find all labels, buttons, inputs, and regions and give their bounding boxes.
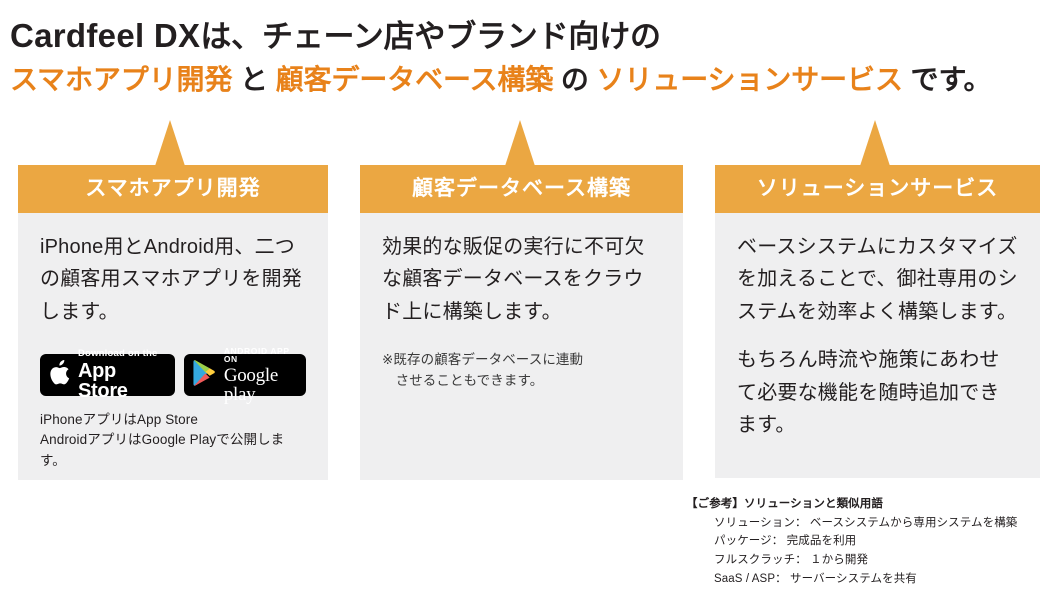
store-publish-caption: iPhoneアプリはApp Store AndroidアプリはGoogle Pl… (40, 412, 285, 468)
headline-conjunction-1: と (232, 64, 276, 96)
reference-item: フルスクラッチ： １から開発 (714, 554, 869, 567)
card-paragraph: 効果的な販促の実行に不可欠な顧客データベースをクラウド上に構築します。 (382, 236, 645, 323)
card-paragraph: iPhone用とAndroid用、二つの顧客用スマホアプリを開発します。 (40, 236, 302, 323)
app-store-badge-text: Download on the App Store (78, 349, 166, 401)
pointer-arrow-card-1 (155, 120, 185, 166)
headline-term-app-development: スマホアプリ開発 (10, 64, 233, 96)
card-header-customer-database-construction: 顧客データベース構築 (360, 165, 683, 213)
pointer-arrow-card-2 (505, 120, 535, 166)
google-play-triangle-icon (192, 359, 218, 392)
card-note-database-link: ※既存の顧客データベースに連動 させることもできます。 (382, 352, 584, 388)
card-row: スマホアプリ開発 iPhone用とAndroid用、二つの顧客用スマホアプリを開… (0, 120, 1064, 490)
card-solution-service: ソリューションサービス ベースシステムにカスタマイズを加えることで、御社専用のシ… (715, 165, 1040, 478)
card-header-solution-service: ソリューションサービス (715, 165, 1040, 213)
reference-glossary: 【ご参考】ソリューションと類似用語 ソリューション： ベースシステムから専用シス… (686, 495, 1064, 589)
app-store-badge-top-label: Download on the (78, 348, 158, 360)
google-play-badge-text: ANDROID APP ON Google play (223, 345, 298, 404)
headline-line-2: スマホアプリ開発 と 顧客データベース構築 の ソリューションサービス です。 (10, 61, 1060, 99)
card-header-smartphone-app-development: スマホアプリ開発 (18, 165, 328, 213)
play-word: play (223, 383, 256, 405)
headline-line-1: Cardfeel DXは、チェーン店やブランド向けの (10, 14, 1060, 58)
pointer-arrow-card-3 (860, 120, 890, 166)
app-store-badge[interactable]: Download on the App Store (40, 349, 175, 401)
app-store-badge-main-label: App Store (78, 359, 128, 402)
brand-name: Cardfeel DX (10, 17, 201, 54)
google-play-badge-top-label: ANDROID APP ON (223, 345, 290, 365)
headline-term-solution-service: ソリューションサービス (596, 64, 903, 96)
headline-conjunction-2: の (553, 64, 597, 96)
card-paragraph: ベースシステムにカスタマイズを加えることで、御社専用のシステムを効率よく構築しま… (737, 236, 1018, 323)
card-customer-database-construction: 顧客データベース構築 効果的な販促の実行に不可欠な顧客データベースをクラウド上に… (360, 165, 683, 480)
card-smartphone-app-development: スマホアプリ開発 iPhone用とAndroid用、二つの顧客用スマホアプリを開… (18, 165, 328, 480)
reference-item: ソリューション： ベースシステムから専用システムを構築 (714, 516, 1018, 529)
card-paragraph: もちろん時流や施策にあわせて必要な機能を随時追加できます。 (737, 349, 1000, 436)
headline-tail: です。 (902, 64, 992, 96)
card-body-solution-service: ベースシステムにカスタマイズを加えることで、御社専用のシステムを効率よく構築しま… (715, 213, 1040, 478)
headline-line-1-rest: は、チェーン店やブランド向けの (200, 19, 661, 54)
google-play-badge-main-label: Google play (224, 366, 298, 404)
google-play-badge[interactable]: ANDROID APP ON Google play (183, 346, 306, 404)
headline: Cardfeel DXは、チェーン店やブランド向けの スマホアプリ開発 と 顧客… (10, 14, 1060, 99)
google-play-word: Google (223, 364, 278, 386)
reference-title: 【ご参考】ソリューションと類似用語 (686, 498, 883, 510)
headline-term-database: 顧客データベース構築 (275, 64, 554, 96)
card-body-customer-database-construction: 効果的な販促の実行に不可欠な顧客データベースをクラウド上に構築します。 ※既存の… (360, 213, 683, 480)
store-badge-group: Download on the App Store ANDROID APP ON… (40, 346, 306, 404)
reference-item: パッケージ： 完成品を利用 (714, 535, 857, 548)
reference-item: SaaS / ASP： サーバーシステムを共有 (714, 572, 917, 585)
card-body-smartphone-app-development: iPhone用とAndroid用、二つの顧客用スマホアプリを開発します。 Dow… (18, 213, 328, 480)
apple-icon (49, 359, 71, 391)
